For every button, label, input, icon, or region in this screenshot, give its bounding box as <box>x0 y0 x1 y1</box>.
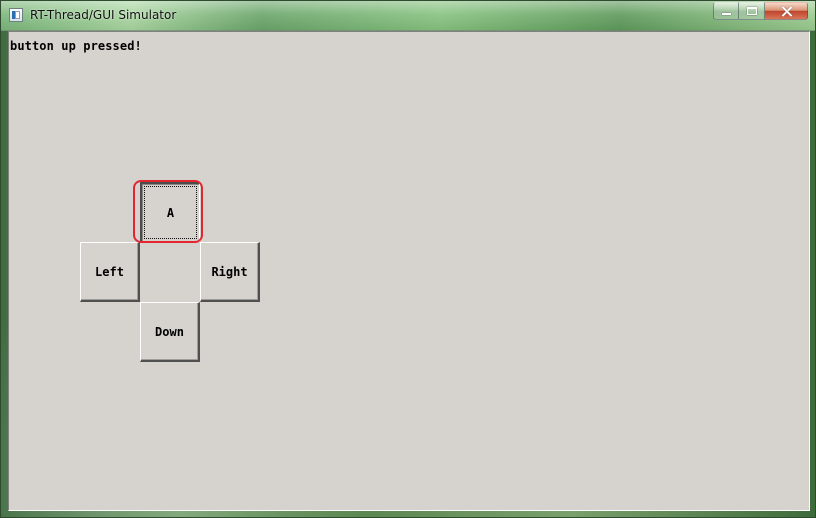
maximize-button[interactable] <box>739 2 765 20</box>
window-controls <box>713 2 808 20</box>
status-message: button up pressed! <box>10 39 142 53</box>
up-button[interactable]: A <box>140 182 200 242</box>
close-icon <box>781 6 792 17</box>
app-window-icon <box>9 8 23 22</box>
left-button[interactable]: Left <box>80 242 140 302</box>
window-title: RT-Thread/GUI Simulator <box>30 8 177 22</box>
minimize-button[interactable] <box>713 2 739 20</box>
maximize-icon <box>747 7 757 15</box>
client-area: button up pressed! A Left Right Down <box>8 31 810 511</box>
title-bar[interactable]: RT-Thread/GUI Simulator <box>1 1 815 31</box>
simulator-window: RT-Thread/GUI Simulator button up presse… <box>0 0 816 518</box>
down-button[interactable]: Down <box>140 302 200 362</box>
close-button[interactable] <box>765 2 808 20</box>
minimize-icon <box>722 13 731 15</box>
right-button[interactable]: Right <box>200 242 260 302</box>
